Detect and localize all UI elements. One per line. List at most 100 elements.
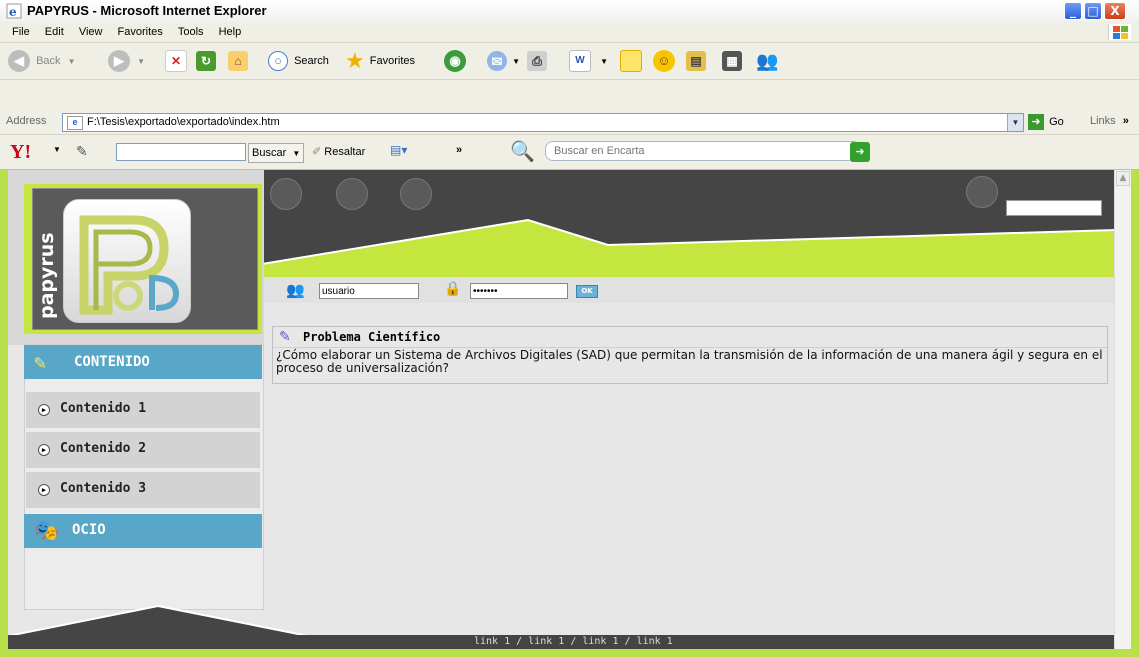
go-label: Go [1049,116,1064,128]
nav-home-icon[interactable] [270,178,302,210]
menu-tools[interactable]: Tools [178,22,204,42]
mail-button[interactable]: ✉ ▼ [487,49,520,73]
back-arrow-icon: ◀ [8,50,30,73]
contenido-item-1[interactable]: ▶ Contenido 1 [26,392,260,430]
layout-icon[interactable]: ▤▾ [390,143,407,157]
messenger-emoticon-button[interactable]: ☺ [653,49,675,73]
contenido-header: ✎ CONTENIDO [24,345,262,379]
contenido-item-2[interactable]: ▶ Contenido 2 [26,432,260,470]
menu-help[interactable]: Help [219,22,242,42]
yahoo-dropdown-icon[interactable]: ▼ [53,145,61,154]
header-search-input[interactable] [1006,200,1102,216]
refresh-button[interactable]: ↻ [196,49,216,73]
contenido-title: CONTENIDO [74,354,150,370]
back-button[interactable]: ◀ Back ▼ [8,49,76,73]
search-button[interactable]: ○ Search [268,49,329,73]
window-title: PAPYRUS - Microsoft Internet Explorer [27,3,267,18]
bullet-arrow-icon: ▶ [38,404,50,416]
minimize-button[interactable]: _ [1064,2,1082,20]
title-bar: e PAPYRUS - Microsoft Internet Explorer … [0,0,1139,23]
windows-flag-icon [1108,24,1131,40]
word-icon: W [569,50,591,73]
close-button[interactable]: X [1104,2,1126,20]
favorites-label: Favorites [369,55,416,67]
maximize-button[interactable]: □ [1084,2,1102,20]
search-label: Search [294,55,329,67]
back-label: Back [36,55,61,67]
encarta-search-input[interactable] [545,141,861,161]
messenger-button[interactable]: 👥 [756,49,778,73]
address-url: F:\Tesis\exportado\exportado\index.htm [87,116,280,128]
print-button[interactable]: ⎙ [527,49,547,73]
card-body: ¿Cómo elaborar un Sistema de Archivos Di… [276,348,1103,375]
contenido-item-3[interactable]: ▶ Contenido 3 [26,472,260,510]
favorites-button[interactable]: ★ Favorites [345,49,415,73]
nav-search-icon[interactable] [966,176,998,208]
links-label: Links [1090,115,1116,127]
svg-text:e: e [9,5,17,19]
edit-word-button[interactable]: W ▼ [569,49,608,73]
buscar-label: Buscar [252,147,287,159]
messenger-icon: 👥 [756,51,779,72]
home-button[interactable]: ⌂ [228,49,248,73]
pencil-icon[interactable]: ✎ [76,143,88,160]
notes-button[interactable] [620,49,642,73]
login-ok-button[interactable]: OK [576,285,598,298]
address-bar: Address e F:\Tesis\exportado\exportado\in… [0,110,1139,135]
footer-links[interactable]: link 1 / link 1 / link 1 / link 1 [474,636,673,647]
content-card: ✎ Problema Científico ¿Cómo elaborar un … [272,326,1108,384]
toolbar-spacer [0,80,1139,111]
note-icon [620,50,642,73]
highlight-icon: ✐ [312,146,322,158]
forward-button[interactable]: ▶ ▼ [108,49,145,73]
go-button[interactable]: ➜ Go [1028,113,1064,131]
ocio-title: OCIO [72,522,106,538]
research-icon: ▤ [686,51,706,72]
item-label: Contenido 3 [60,481,147,496]
address-dropdown-icon[interactable]: ▼ [1007,114,1023,131]
research-button[interactable]: ▤ [686,49,706,73]
scroll-up-icon[interactable]: ▲ [1116,171,1130,186]
card-header: ✎ Problema Científico [273,327,1107,348]
ie-icon: e [6,3,22,19]
yahoo-logo[interactable]: Y! [10,141,31,164]
search-icon: ○ [268,51,288,72]
buscar-button[interactable]: Buscar ▼ [248,143,305,163]
menu-view[interactable]: View [79,22,103,42]
print-icon: ⎙ [527,51,547,72]
nav-chat-icon[interactable] [336,178,368,210]
nav-user-icon[interactable] [400,178,432,210]
address-field[interactable]: e F:\Tesis\exportado\exportado\index.htm … [62,113,1024,132]
menu-file[interactable]: File [12,22,30,42]
footer-graphic [8,604,308,636]
mask-icon: 🎭 [34,518,59,542]
refresh-icon: ↻ [196,51,216,72]
password-input[interactable] [470,283,568,299]
encarta-go-icon[interactable]: ➜ [850,142,870,162]
footer-bar: link 1 / link 1 / link 1 / link 1 [8,635,1116,649]
more-chevron-icon[interactable]: » [456,144,462,156]
vertical-scrollbar[interactable]: ▲ [1114,170,1131,649]
bullet-arrow-icon: ▶ [38,444,50,456]
yahoo-toolbar: Y! ▼ ✎ Buscar ▼ ✐ Resaltar ▤▾ » 🔍 ➜ [0,135,1139,170]
media-button[interactable]: ◉ [444,49,466,73]
notepad-icon: ✎ [34,350,47,374]
encarta-search-icon: 🔍 [510,141,535,163]
discuss-button[interactable]: ▦ [722,49,742,73]
menu-favorites[interactable]: Favorites [118,22,163,42]
resaltar-button[interactable]: ✐ Resaltar [312,145,365,158]
web-page: papyrus 👥 🔒 OK ✎ [8,170,1131,649]
menu-edit[interactable]: Edit [45,22,64,42]
stop-button[interactable]: ✕ [165,49,187,73]
logo-wordmark: papyrus [36,232,58,319]
item-label: Contenido 1 [60,401,147,416]
go-arrow-icon: ➜ [1028,114,1044,131]
links-button[interactable]: Links » [1090,115,1129,127]
pap-logo-icon [63,199,191,323]
username-input[interactable] [319,283,419,299]
links-chevron-icon: » [1122,115,1129,127]
yahoo-search-input[interactable] [116,143,246,161]
forward-arrow-icon: ▶ [108,50,130,73]
login-bar: 👥 🔒 OK [264,277,1116,303]
papyrus-logo: papyrus [32,188,258,330]
